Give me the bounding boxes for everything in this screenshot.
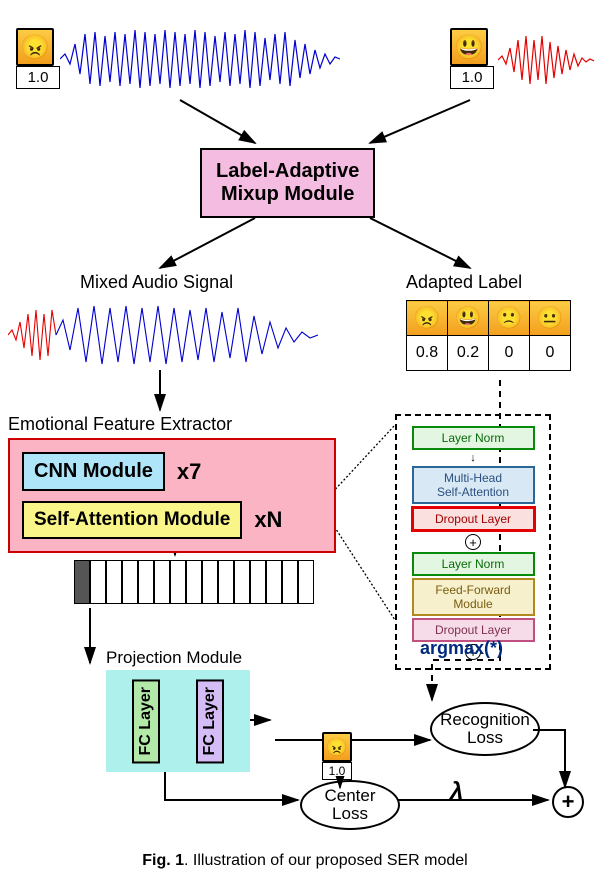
cnn-module: CNN Module	[22, 452, 165, 491]
detail-add-1-icon: +	[465, 534, 481, 550]
fc-layer-2: FC Layer	[196, 679, 224, 763]
adapted-v1: 0.8	[407, 336, 448, 371]
adapted-sad-icon: 🙁	[489, 301, 530, 336]
detail-layernorm-2: Layer Norm	[412, 552, 535, 576]
input-a-weight: 1.0	[16, 66, 60, 89]
detail-ffn: Feed-ForwardModule	[412, 578, 535, 616]
center-weight: 1.0	[322, 762, 352, 780]
cls-token	[74, 560, 90, 604]
mixup-line2: Mixup Module	[216, 183, 359, 206]
label-adaptive-mixup-module: Label-Adaptive Mixup Module	[200, 148, 375, 218]
center-loss: CenterLoss	[300, 780, 400, 830]
adapted-neutral-icon: 😐	[530, 301, 571, 336]
detail-mhsa: Multi-HeadSelf-Attention	[412, 466, 535, 504]
input-b-weight: 1.0	[450, 66, 494, 89]
center-loss-input-label: 😠 1.0	[322, 732, 352, 780]
lambda-weight: λ	[450, 778, 463, 806]
happy-emoji-icon: 😃	[450, 28, 488, 66]
argmax-label: argmax(*)	[420, 638, 503, 659]
projection-module: FC Layer FC Layer	[106, 670, 250, 772]
adapted-v3: 0	[489, 336, 530, 371]
mixed-waveform	[8, 300, 318, 370]
fc-layer-1: FC Layer	[132, 679, 160, 763]
projection-title: Projection Module	[106, 648, 242, 668]
waveform-a	[60, 24, 340, 94]
angry-emoji-icon: 😠	[16, 28, 54, 66]
adapted-label-table: 😠 😃 🙁 😐 0.8 0.2 0 0	[406, 300, 571, 371]
center-angry-icon: 😠	[322, 732, 352, 762]
figure-caption: Fig. 1. Illustration of our proposed SER…	[60, 852, 550, 870]
waveform-b	[498, 30, 598, 90]
loss-sum-icon: +	[552, 786, 584, 818]
self-attention-detail: Layer Norm ↓ Multi-HeadSelf-Attention Dr…	[395, 414, 551, 670]
adapted-label-title: Adapted Label	[406, 272, 522, 293]
recognition-loss: RecognitionLoss	[430, 702, 540, 756]
mixup-line1: Label-Adaptive	[216, 160, 359, 183]
adapted-v2: 0.2	[448, 336, 489, 371]
self-attention-module: Self-Attention Module	[22, 501, 242, 539]
extractor-title: Emotional Feature Extractor	[8, 414, 232, 435]
emotional-feature-extractor: CNN Module x7 Self-Attention Module xN	[8, 438, 336, 553]
sa-repeat: xN	[254, 507, 282, 533]
mixed-audio-title: Mixed Audio Signal	[80, 272, 233, 293]
input-audio-a: 😠 1.0	[16, 28, 60, 89]
detail-layernorm-1: Layer Norm	[412, 426, 535, 450]
adapted-happy-icon: 😃	[448, 301, 489, 336]
cnn-repeat: x7	[177, 459, 201, 485]
input-audio-b: 😃 1.0	[450, 28, 494, 89]
detail-dropout-1: Dropout Layer	[411, 506, 536, 532]
feature-vector	[74, 560, 314, 604]
adapted-angry-icon: 😠	[407, 301, 448, 336]
adapted-v4: 0	[530, 336, 571, 371]
